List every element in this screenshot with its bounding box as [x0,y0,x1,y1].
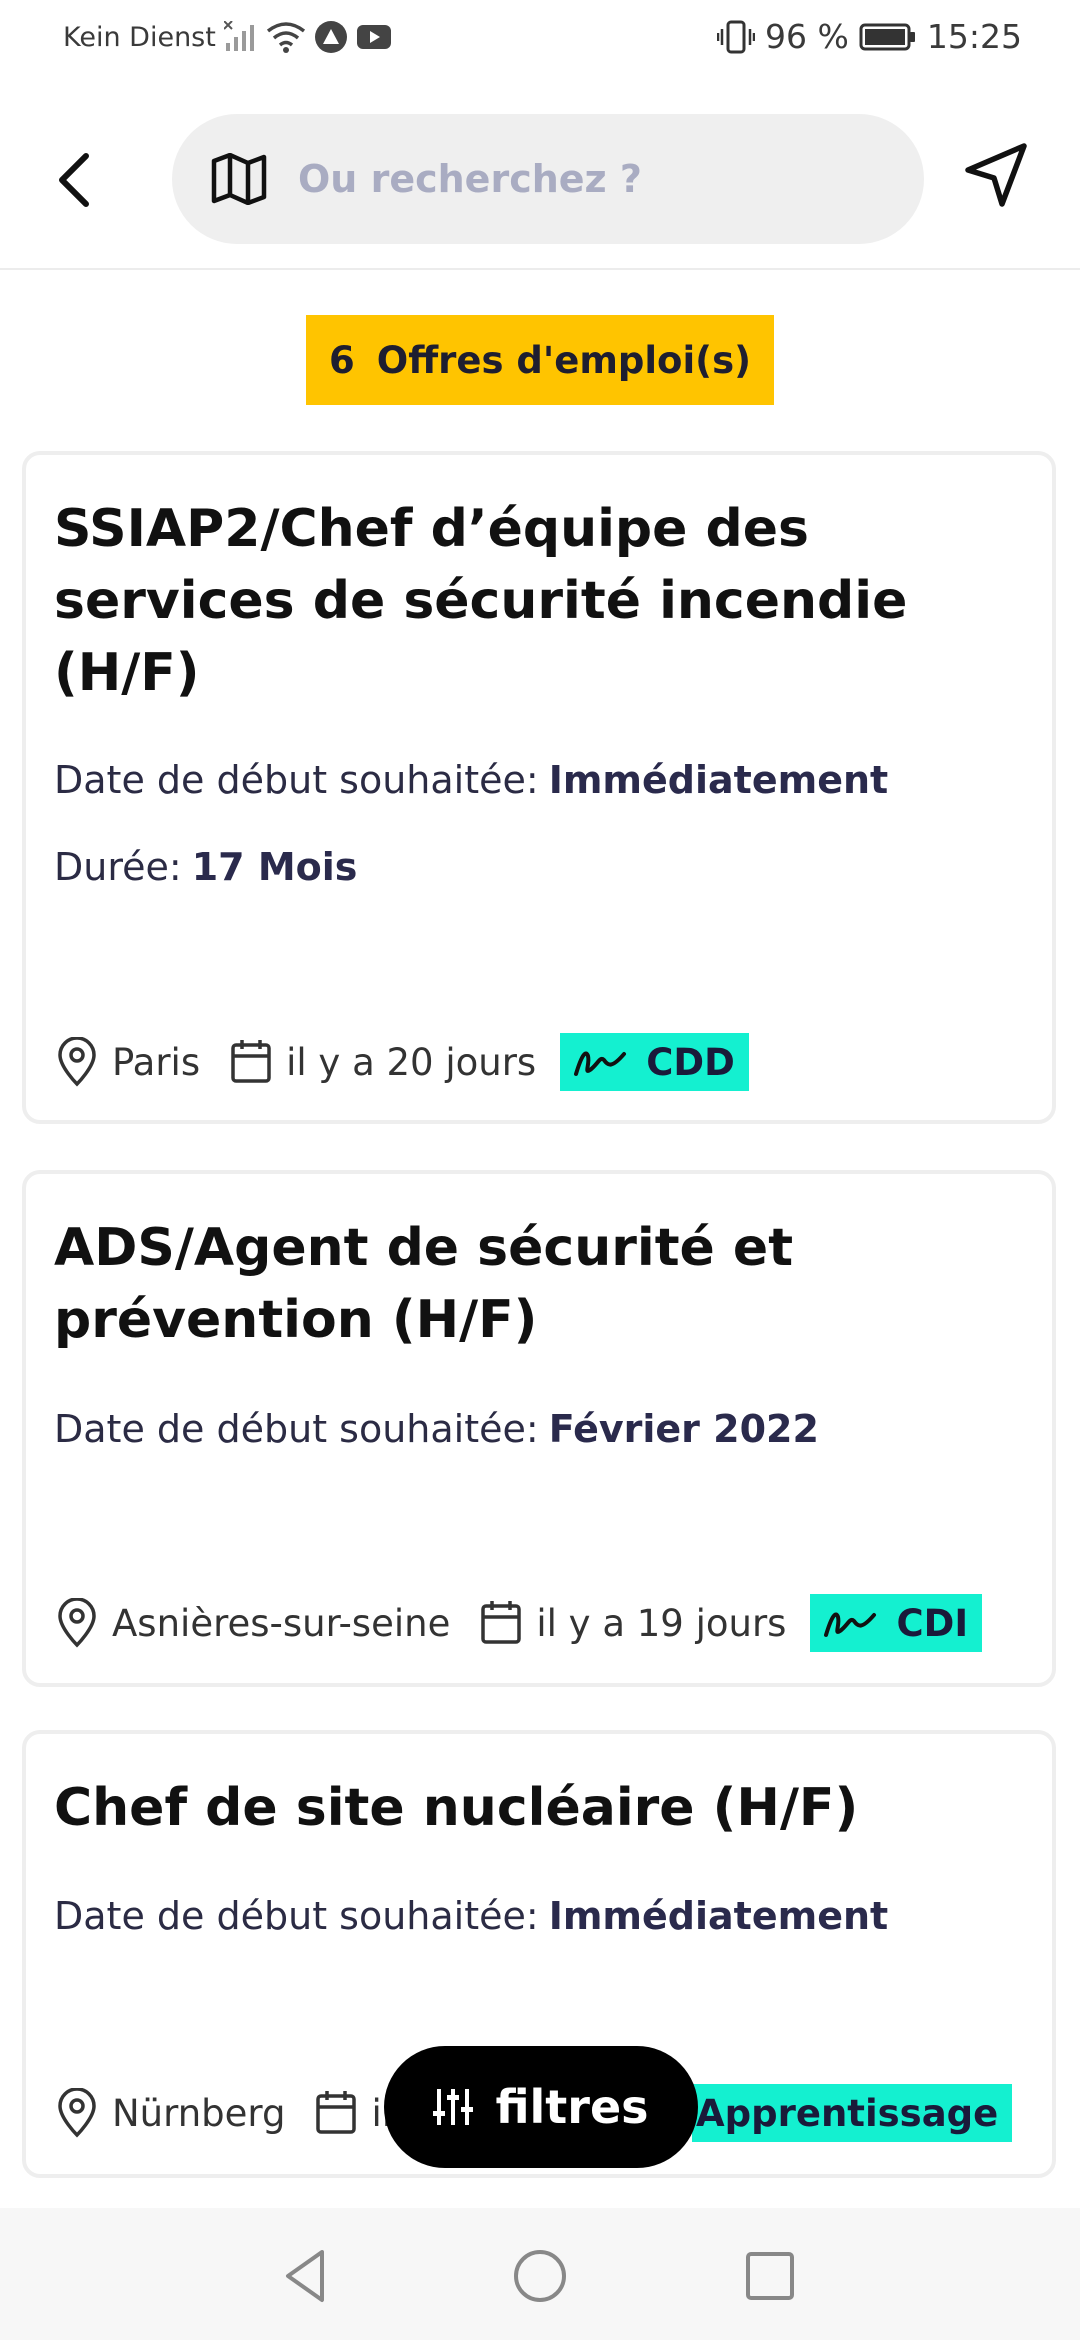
app-notification-icon [314,21,347,53]
sliders-icon [433,2089,474,2125]
map-icon [211,153,267,205]
results-count: 6 [329,338,355,382]
search-input[interactable]: Ou recherchez ? [172,114,924,244]
job-posted-date: il y a 19 jours [536,1601,787,1645]
job-title: ADS/Agent de sécurité et prévention (H/F… [54,1218,794,1350]
start-date-row: Date de début souhaitée: Immédiatement [54,1894,889,1938]
location-pin-icon [58,1598,96,1648]
duration-value: 17 Mois [191,845,358,889]
job-posted-date: il y a 20 jours [286,1040,537,1084]
job-meta: Asnières-sur-seine il y a 19 jours CDI [54,1594,983,1652]
contract-tag: CDD [560,1033,749,1091]
contract-tag: Apprentissage [692,2084,1013,2142]
back-arrow-icon[interactable] [50,150,100,210]
status-bar: Kein Dienst 96 % 15:25 [0,0,1080,76]
contract-tag: CDI [810,1594,983,1652]
location-pin-icon [58,2088,96,2138]
duration-row: Durée: 17 Mois [54,845,358,889]
wifi-icon [266,22,305,53]
job-location: Asnières-sur-seine [112,1601,451,1645]
youtube-icon [356,25,391,49]
location-pin-icon [58,1037,96,1087]
signature-icon [824,1612,877,1637]
location-arrow-icon[interactable] [962,140,1030,210]
results-label: Offres d'emploi(s) [376,338,751,382]
system-nav-bar [0,2208,1080,2340]
start-date-row: Date de début souhaitée: Février 2022 [54,1407,819,1451]
vibrate-icon [717,20,756,53]
calendar-icon [481,1601,522,1644]
filters-label: filtres [495,2080,649,2134]
nav-home-icon[interactable] [510,2246,570,2306]
calendar-icon [231,1040,271,1083]
nav-recents-icon[interactable] [740,2246,800,2306]
search-header: Ou recherchez ? [0,100,1080,270]
signature-icon [574,1051,627,1076]
job-title: Chef de site nucléaire (H/F) [54,1778,859,1838]
filters-button[interactable]: filtres [384,2046,698,2168]
battery-percent: 96 % [765,17,849,56]
search-placeholder: Ou recherchez ? [298,157,642,201]
job-card[interactable]: ADS/Agent de sécurité et prévention (H/F… [22,1170,1056,1687]
job-card[interactable]: SSIAP2/Chef d’équipe des services de séc… [22,451,1056,1124]
calendar-icon [316,2091,357,2134]
job-location: Paris [112,1040,201,1084]
nav-back-icon[interactable] [278,2246,338,2306]
carrier-label: Kein Dienst [63,21,216,53]
start-date-value: Immédiatement [548,1894,889,1938]
job-title: SSIAP2/Chef d’équipe des services de séc… [54,499,908,703]
start-date-row: Date de début souhaitée: Immédiatement [54,758,889,802]
battery-icon [859,23,915,50]
job-location: Nürnberg [112,2091,286,2135]
results-count-badge: 6 Offres d'emploi(s) [306,315,774,405]
clock: 15:25 [926,17,1022,56]
signal-icon [223,21,254,51]
job-meta: Paris il y a 20 jours CDD [54,1033,749,1091]
start-date-value: Février 2022 [548,1407,819,1451]
start-date-value: Immédiatement [548,758,889,802]
